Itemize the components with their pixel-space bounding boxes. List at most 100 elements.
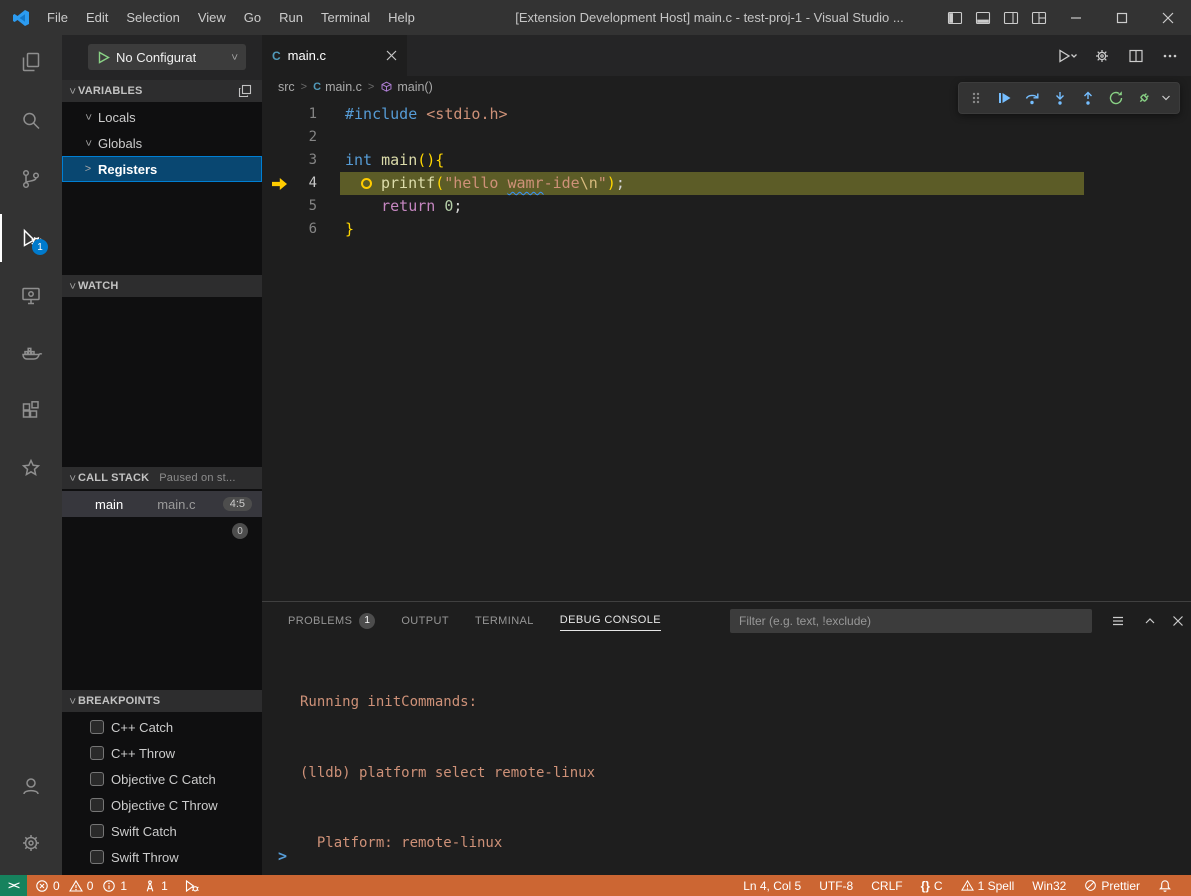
editor-group: C main.c (262, 35, 1191, 601)
breadcrumb-file[interactable]: main.c (325, 80, 362, 94)
run-file-dropdown-icon[interactable] (1055, 43, 1081, 69)
toggle-panel-icon[interactable] (969, 0, 997, 35)
code-line-4-current: 4 printf("hello wamr-ide\n"); (262, 172, 1191, 195)
inline-breakpoint-icon[interactable] (361, 178, 372, 189)
breakpoint-label: Objective C Throw (111, 798, 218, 813)
spell-checker-status[interactable]: 1 Spell (952, 875, 1024, 896)
menu-run[interactable]: Run (270, 0, 312, 35)
encoding-status[interactable]: UTF-8 (810, 875, 862, 896)
bottom-panel: PROBLEMS 1 OUTPUT TERMINAL DEBUG CONSOLE… (262, 601, 1191, 875)
breakpoint-objc-throw[interactable]: Objective C Throw (62, 792, 262, 818)
debug-console-output[interactable]: Running initCommands: (lldb) platform se… (300, 644, 1175, 896)
c-file-icon: C (313, 81, 321, 93)
checkbox[interactable] (90, 798, 104, 812)
language-mode-status[interactable]: {} C (912, 875, 952, 896)
token: ) (607, 174, 616, 192)
toggle-sidebar-icon[interactable] (941, 0, 969, 35)
debug-status[interactable] (176, 875, 207, 896)
menu-selection[interactable]: Selection (117, 0, 188, 35)
checkbox[interactable] (90, 772, 104, 786)
accounts-icon[interactable] (0, 762, 62, 810)
breakpoints-section-header[interactable]: BREAKPOINTS (62, 690, 262, 712)
breadcrumb-src[interactable]: src (278, 80, 295, 94)
debug-configuration-dropdown[interactable]: No Configurat (88, 44, 246, 70)
stack-frame-file: main.c (157, 497, 195, 512)
start-debug-icon[interactable] (97, 51, 110, 64)
menu-go[interactable]: Go (235, 0, 270, 35)
explorer-icon[interactable] (0, 38, 62, 86)
search-icon[interactable] (0, 97, 62, 145)
token: -ide (544, 174, 580, 192)
tab-debug-console[interactable]: DEBUG CONSOLE (560, 610, 661, 631)
docker-icon[interactable] (0, 329, 62, 377)
tab-output[interactable]: OUTPUT (401, 611, 449, 631)
menu-view[interactable]: View (189, 0, 235, 35)
tab-close-icon[interactable] (386, 50, 397, 61)
vscode-logo-icon (12, 9, 30, 27)
activity-bar: 1 (0, 35, 62, 875)
menu-edit[interactable]: Edit (77, 0, 117, 35)
toggle-secondary-sidebar-icon[interactable] (997, 0, 1025, 35)
menu-help[interactable]: Help (379, 0, 424, 35)
console-line: Running initCommands: (300, 691, 1175, 715)
debug-console-filter-input[interactable] (730, 609, 1092, 633)
checkbox[interactable] (90, 746, 104, 760)
close-panel-icon[interactable] (1167, 610, 1189, 632)
code-editor[interactable]: 1 #include <stdio.h> 2 3 int main(){ 4 p… (262, 98, 1191, 601)
close-window-button[interactable] (1145, 0, 1191, 35)
star-extension-icon[interactable] (0, 444, 62, 492)
remote-indicator[interactable]: >< (0, 875, 27, 896)
platform-status[interactable]: Win32 (1023, 875, 1075, 896)
minimize-button[interactable] (1053, 0, 1099, 35)
variables-item-globals[interactable]: Globals (62, 130, 262, 156)
variables-section-header[interactable]: VARIABLES (62, 80, 262, 102)
call-stack-badge: 0 (232, 523, 248, 539)
checkbox[interactable] (90, 824, 104, 838)
settings-gear-icon[interactable] (0, 819, 62, 867)
notifications-bell-icon[interactable] (1149, 875, 1181, 896)
panel-menu-icon[interactable] (1107, 610, 1129, 632)
cursor-position-status[interactable]: Ln 4, Col 5 (734, 875, 810, 896)
forwarded-ports-status[interactable]: 1 (135, 875, 176, 896)
variables-item-registers[interactable]: Registers (62, 156, 262, 182)
console-input-chevron-icon[interactable] (278, 847, 287, 865)
formatter-label: Prettier (1101, 879, 1140, 893)
variables-panes-icon[interactable] (238, 84, 252, 98)
breakpoint-cpp-catch[interactable]: C++ Catch (62, 714, 262, 740)
eol-status[interactable]: CRLF (862, 875, 911, 896)
breakpoint-cpp-throw[interactable]: C++ Throw (62, 740, 262, 766)
menu-file[interactable]: File (38, 0, 77, 35)
chevron-down-icon (66, 85, 78, 97)
breakpoint-swift-throw[interactable]: Swift Throw (62, 844, 262, 870)
checkbox[interactable] (90, 850, 104, 864)
token: printf (381, 174, 435, 192)
formatter-status[interactable]: Prettier (1075, 875, 1149, 896)
breakpoint-swift-catch[interactable]: Swift Catch (62, 818, 262, 844)
breadcrumb-symbol[interactable]: main() (397, 80, 432, 94)
tab-main-c[interactable]: C main.c (262, 35, 407, 76)
variables-item-locals[interactable]: Locals (62, 104, 262, 130)
checkbox[interactable] (90, 720, 104, 734)
tab-terminal[interactable]: TERMINAL (475, 611, 534, 631)
call-stack-section-header[interactable]: CALL STACK Paused on st... (62, 467, 262, 489)
customize-layout-icon[interactable] (1025, 0, 1053, 35)
tab-problems[interactable]: PROBLEMS 1 (288, 609, 375, 633)
stack-frame-row[interactable]: main main.c 4:5 (62, 491, 262, 517)
token (417, 105, 426, 123)
run-debug-icon[interactable] (0, 214, 62, 262)
extensions-icon[interactable] (0, 386, 62, 434)
watch-section-header[interactable]: WATCH (62, 275, 262, 297)
tab-label: TERMINAL (475, 615, 534, 627)
menu-terminal[interactable]: Terminal (312, 0, 379, 35)
maximize-button[interactable] (1099, 0, 1145, 35)
maximize-panel-icon[interactable] (1139, 610, 1161, 632)
error-icon (35, 879, 49, 893)
source-control-icon[interactable] (0, 155, 62, 203)
more-actions-icon[interactable] (1157, 43, 1183, 69)
remote-explorer-icon[interactable] (0, 272, 62, 320)
problems-status[interactable]: 0 0 1 (27, 875, 135, 896)
token: "hello (444, 174, 507, 192)
editor-settings-gear-icon[interactable] (1089, 43, 1115, 69)
breakpoint-objc-catch[interactable]: Objective C Catch (62, 766, 262, 792)
split-editor-icon[interactable] (1123, 43, 1149, 69)
